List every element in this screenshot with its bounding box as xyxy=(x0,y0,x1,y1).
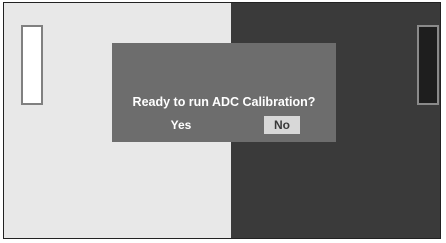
dialog-message: Ready to run ADC Calibration? xyxy=(132,95,316,109)
white-level-patch xyxy=(21,25,43,105)
calibration-screen: Ready to run ADC Calibration? Yes No xyxy=(3,2,441,239)
yes-button[interactable]: Yes xyxy=(164,116,198,134)
no-button[interactable]: No xyxy=(264,116,300,134)
black-level-patch xyxy=(417,25,439,105)
adc-calibration-dialog: Ready to run ADC Calibration? Yes No xyxy=(112,43,336,142)
